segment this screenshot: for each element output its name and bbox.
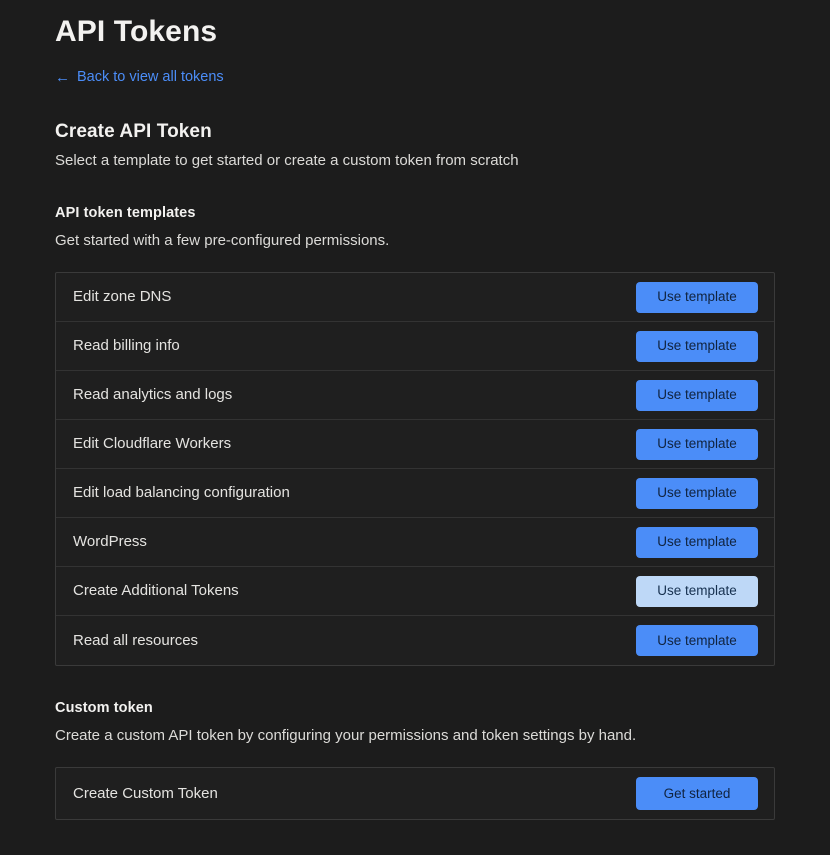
arrow-left-icon: ← — [55, 69, 70, 86]
table-row: WordPress Use template — [56, 518, 774, 567]
api-token-templates-heading: API token templates — [55, 205, 196, 221]
use-template-label: Edit Cloudflare Workers — [73, 435, 232, 452]
table-row: Edit Cloudflare Workers Use template — [56, 420, 774, 469]
use-template-label: Create Additional Tokens — [73, 582, 239, 599]
custom-token-list: Create Custom Token Get started — [55, 767, 775, 820]
table-row: Edit zone DNS Use template — [56, 273, 774, 322]
custom-token-description: Create a custom API token by configuring… — [55, 727, 637, 744]
table-row: Read all resources Use template — [56, 616, 774, 665]
use-template-button[interactable]: Use template — [636, 526, 758, 558]
use-template-label: Read billing info — [73, 337, 180, 354]
back-to-all-tokens-link[interactable]: ← Back to view all tokens — [55, 68, 224, 87]
use-template-button[interactable]: Use template — [636, 281, 758, 313]
table-row: Create Custom Token Get started — [56, 768, 774, 819]
table-row: Read analytics and logs Use template — [56, 371, 774, 420]
use-template-button[interactable]: Use template — [636, 625, 758, 656]
use-template-label: Read analytics and logs — [73, 386, 233, 403]
page-title: API Tokens — [55, 15, 218, 48]
use-template-label: WordPress — [73, 533, 147, 550]
use-template-label: Read all resources — [73, 631, 199, 649]
use-template-button[interactable]: Use template — [636, 330, 758, 362]
api-token-templates-list: Edit zone DNS Use template Read billing in… — [55, 272, 775, 666]
use-template-button[interactable]: Use template — [636, 575, 758, 607]
back-link-label: Back to view all tokens — [77, 69, 224, 85]
use-template-label: Edit load balancing configuration — [73, 484, 290, 501]
use-template-label: Edit zone DNS — [73, 288, 172, 305]
create-api-token-description: Select a template to get started or crea… — [55, 152, 519, 169]
use-template-button[interactable]: Use template — [636, 379, 758, 411]
api-token-templates-description: Get started with a few pre-configured pe… — [55, 232, 390, 249]
create-api-token-heading: Create API Token — [55, 121, 212, 142]
table-row: Edit load balancing configuration Use tem… — [56, 469, 774, 518]
use-template-button[interactable]: Use template — [636, 428, 758, 460]
custom-token-heading: Custom token — [55, 700, 153, 716]
table-row: Create Additional Tokens Use template — [56, 567, 774, 616]
create-custom-token-label: Create Custom Token — [73, 784, 218, 802]
api-tokens-page: API Tokens ← Back to view all tokens Cre… — [0, 0, 830, 855]
table-row: Read billing info Use template — [56, 322, 774, 371]
use-template-button[interactable]: Use template — [636, 477, 758, 509]
create-custom-token-button[interactable]: Get started — [636, 777, 758, 810]
